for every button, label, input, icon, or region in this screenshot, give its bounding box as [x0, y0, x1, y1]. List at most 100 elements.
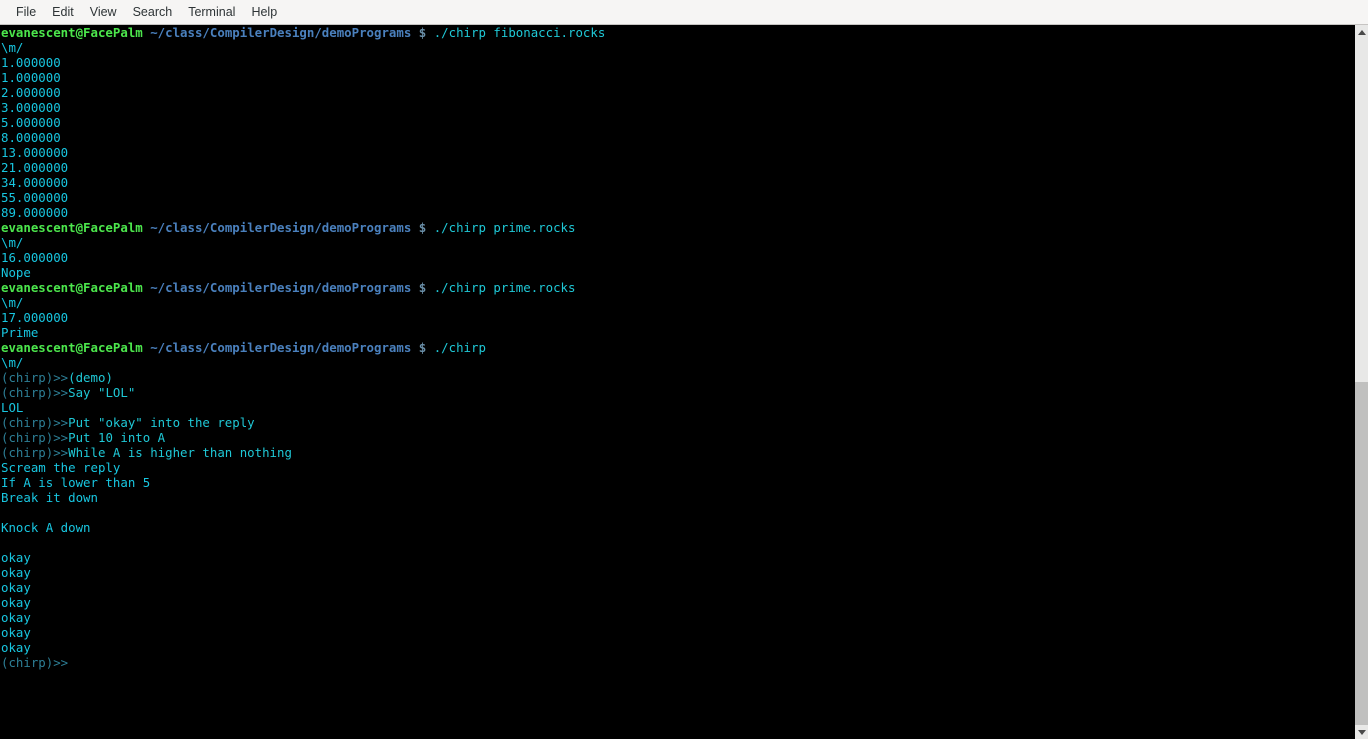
shell-cwd: ~/class/CompilerDesign/demoPrograms [150, 280, 412, 295]
shell-command-text: ./chirp [433, 340, 486, 355]
shell-user-host: evanescent@FacePalm [1, 220, 143, 235]
chevron-down-icon [1358, 729, 1366, 735]
scrollbar-down-button[interactable] [1355, 725, 1368, 739]
terminal-output-text: \m/ [1, 235, 24, 250]
menu-item-file[interactable]: File [8, 4, 44, 21]
shell-cwd: ~/class/CompilerDesign/demoPrograms [150, 220, 412, 235]
terminal-output-text: okay [1, 625, 31, 640]
repl-input-line: (chirp)>>(demo) [1, 370, 1352, 385]
terminal-output-text [1, 505, 8, 520]
shell-command-text: ./chirp prime.rocks [433, 280, 576, 295]
repl-input-line: (chirp)>>Say "LOL" [1, 385, 1352, 400]
repl-input-line: (chirp)>> [1, 655, 1352, 670]
terminal-output-line: okay [1, 595, 1352, 610]
terminal-output-line: Prime [1, 325, 1352, 340]
terminal-command-line: evanescent@FacePalm ~/class/CompilerDesi… [1, 220, 1352, 235]
shell-cwd: ~/class/CompilerDesign/demoPrograms [150, 340, 412, 355]
terminal-output-line: okay [1, 565, 1352, 580]
terminal-output-line: Knock A down [1, 520, 1352, 535]
repl-command-text: (demo) [68, 370, 113, 385]
shell-user-host: evanescent@FacePalm [1, 340, 143, 355]
terminal-output-text: Prime [1, 325, 39, 340]
terminal-output-text: okay [1, 640, 31, 655]
shell-dollar-sign: $ [418, 340, 427, 355]
menu-item-search[interactable]: Search [125, 4, 181, 21]
chevron-up-icon [1358, 29, 1366, 35]
repl-command-text: Put "okay" into the reply [68, 415, 255, 430]
menu-item-edit[interactable]: Edit [44, 4, 82, 21]
terminal-output-text: Nope [1, 265, 31, 280]
terminal-output-text: 8.000000 [1, 130, 61, 145]
scrollbar-up-button[interactable] [1355, 25, 1368, 39]
terminal-output-text: okay [1, 595, 31, 610]
terminal-output-text: 16.000000 [1, 250, 69, 265]
menu-bar: File Edit View Search Terminal Help [0, 0, 1368, 25]
terminal-output-line: okay [1, 640, 1352, 655]
terminal-output-text: okay [1, 610, 31, 625]
terminal-output-line: \m/ [1, 40, 1352, 55]
terminal-output-text: 17.000000 [1, 310, 69, 325]
shell-command-text: ./chirp fibonacci.rocks [433, 25, 606, 40]
terminal-output-line: 1.000000 [1, 55, 1352, 70]
shell-dollar-sign: $ [418, 25, 427, 40]
repl-prompt: (chirp)>> [1, 385, 69, 400]
terminal-output-text: Knock A down [1, 520, 91, 535]
terminal-output-line: \m/ [1, 235, 1352, 250]
repl-command-text: Say "LOL" [68, 385, 136, 400]
terminal-output-text: 21.000000 [1, 160, 69, 175]
terminal-output-line: Nope [1, 265, 1352, 280]
terminal-window: File Edit View Search Terminal Help evanescen… [0, 0, 1368, 739]
terminal-output-line: Break it down [1, 490, 1352, 505]
repl-prompt: (chirp)>> [1, 370, 69, 385]
terminal-output-line: 16.000000 [1, 250, 1352, 265]
terminal-output-text: 3.000000 [1, 100, 61, 115]
terminal-output-text [1, 535, 8, 550]
terminal-output-line: okay [1, 625, 1352, 640]
menu-item-view[interactable]: View [82, 4, 125, 21]
terminal-output-text: 55.000000 [1, 190, 69, 205]
terminal-output-text: okay [1, 565, 31, 580]
terminal-screen[interactable]: evanescent@FacePalm ~/class/CompilerDesi… [0, 25, 1352, 739]
terminal-output-text: 89.000000 [1, 205, 69, 220]
repl-prompt: (chirp)>> [1, 415, 69, 430]
terminal-output-text: okay [1, 550, 31, 565]
repl-command-text: While A is higher than nothing [68, 445, 292, 460]
terminal-output-line: \m/ [1, 295, 1352, 310]
repl-input-line: (chirp)>>While A is higher than nothing [1, 445, 1352, 460]
repl-command-text: Put 10 into A [68, 430, 166, 445]
menu-item-help[interactable]: Help [243, 4, 285, 21]
terminal-output-text: 5.000000 [1, 115, 61, 130]
scrollbar-thumb[interactable] [1355, 382, 1368, 725]
shell-dollar-sign: $ [418, 280, 427, 295]
terminal-blank-line [1, 535, 1352, 550]
terminal-output-line: LOL [1, 400, 1352, 415]
terminal-output-text: Break it down [1, 490, 98, 505]
terminal-output-line: okay [1, 580, 1352, 595]
terminal-output-text: \m/ [1, 40, 24, 55]
terminal-output-line: 17.000000 [1, 310, 1352, 325]
terminal-output-text: If A is lower than 5 [1, 475, 151, 490]
terminal-command-line: evanescent@FacePalm ~/class/CompilerDesi… [1, 340, 1352, 355]
terminal-output-text: \m/ [1, 295, 24, 310]
terminal-output-text: 34.000000 [1, 175, 69, 190]
terminal-scrollbar[interactable] [1352, 25, 1368, 739]
terminal-body: evanescent@FacePalm ~/class/CompilerDesi… [0, 25, 1368, 739]
terminal-output-text: Scream the reply [1, 460, 121, 475]
terminal-output-line: 2.000000 [1, 85, 1352, 100]
repl-input-line: (chirp)>>Put 10 into A [1, 430, 1352, 445]
terminal-blank-line [1, 505, 1352, 520]
terminal-output-text: 2.000000 [1, 85, 61, 100]
terminal-output-line: If A is lower than 5 [1, 475, 1352, 490]
terminal-command-line: evanescent@FacePalm ~/class/CompilerDesi… [1, 25, 1352, 40]
terminal-output-line: okay [1, 610, 1352, 625]
terminal-output-line: 5.000000 [1, 115, 1352, 130]
terminal-output-line: 34.000000 [1, 175, 1352, 190]
terminal-output-line: 55.000000 [1, 190, 1352, 205]
menu-item-terminal[interactable]: Terminal [180, 4, 243, 21]
terminal-output-line: 3.000000 [1, 100, 1352, 115]
terminal-command-line: evanescent@FacePalm ~/class/CompilerDesi… [1, 280, 1352, 295]
terminal-output-line: 13.000000 [1, 145, 1352, 160]
terminal-output-line: 1.000000 [1, 70, 1352, 85]
terminal-output-text: okay [1, 580, 31, 595]
terminal-output-line: \m/ [1, 355, 1352, 370]
